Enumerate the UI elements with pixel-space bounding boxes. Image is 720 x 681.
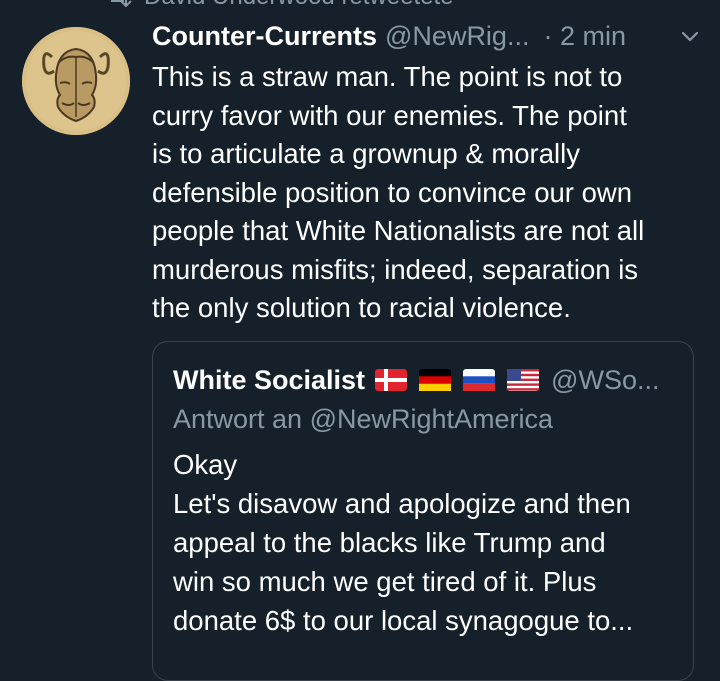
retweet-icon <box>111 0 132 7</box>
tweet-header: Counter-Currents @NewRig... · 2 min <box>152 16 702 56</box>
flag-emojis <box>375 369 540 391</box>
author-handle[interactable]: @NewRig... <box>385 21 529 52</box>
flag-usa-icon <box>507 369 540 391</box>
avatar[interactable] <box>22 27 130 135</box>
quote-text: Okay Let's disavow and apologize and the… <box>173 449 634 636</box>
reply-to-label: Antwort an @NewRightAmerica <box>173 404 554 434</box>
flag-denmark-icon <box>375 369 408 391</box>
flag-germany-icon <box>419 369 452 391</box>
tweet-text: This is a straw man. The point is not to… <box>152 61 645 323</box>
author-name[interactable]: Counter-Currents <box>152 21 377 52</box>
chevron-down-icon[interactable] <box>678 24 702 48</box>
quoted-tweet[interactable]: White Socialist @WSo... Antwort an @NewR… <box>152 341 694 681</box>
retweet-label: David Underwood retweetete <box>144 0 454 8</box>
quote-author-handle: @WSo... <box>551 364 660 395</box>
quote-header: White Socialist @WSo... <box>173 360 677 400</box>
timestamp[interactable]: · 2 min <box>543 21 626 52</box>
quote-author-name: White Socialist <box>173 364 366 395</box>
flag-russia-icon <box>463 369 496 391</box>
janus-head-avatar <box>22 27 130 135</box>
retweet-context[interactable]: David Underwood retweetete <box>104 0 454 8</box>
